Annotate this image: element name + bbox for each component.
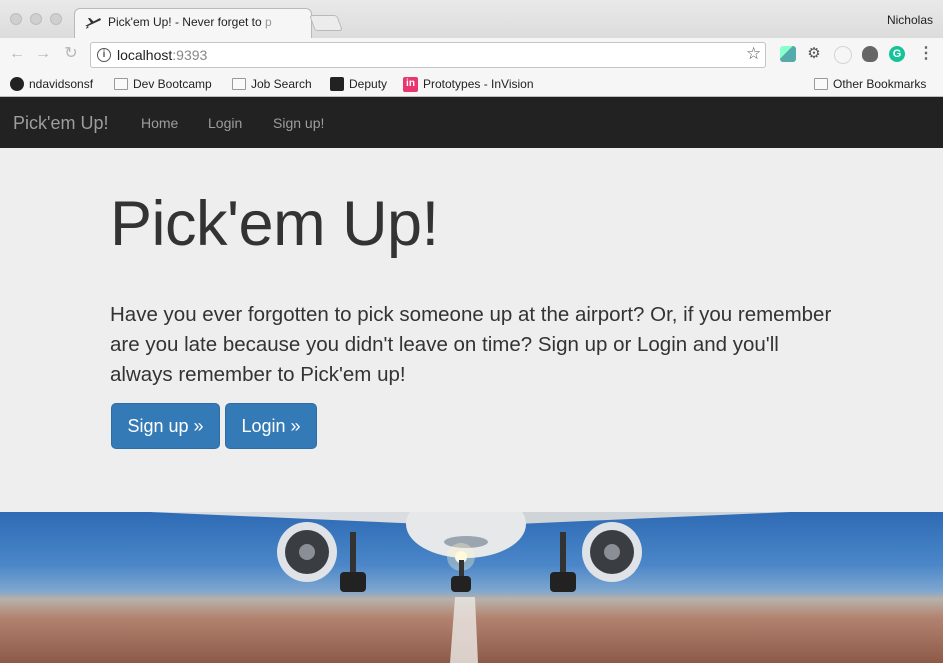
bookmark-deputy[interactable]: Deputy	[330, 76, 387, 92]
window-close-button[interactable]	[10, 13, 22, 25]
github-icon	[10, 77, 24, 91]
reload-icon[interactable]: ↻	[62, 45, 80, 63]
login-button[interactable]: Login »	[225, 403, 317, 449]
hero-description: Have you ever forgotten to pick someone …	[110, 303, 832, 386]
nav-link-home[interactable]: Home	[141, 115, 178, 131]
bookmark-invision[interactable]: in Prototypes - InVision	[403, 76, 534, 92]
airplane-icon	[85, 18, 101, 29]
folder-icon	[814, 78, 828, 90]
navbar-brand[interactable]: Pick'em Up!	[13, 113, 108, 134]
info-icon[interactable]: i	[97, 48, 111, 62]
deputy-icon	[330, 77, 344, 91]
window-zoom-button[interactable]	[50, 13, 62, 25]
extension-icon[interactable]	[780, 46, 796, 62]
folder-icon	[114, 78, 128, 90]
airplane-runway-photo	[0, 512, 943, 663]
other-bookmarks[interactable]: Other Bookmarks	[814, 76, 926, 92]
gear-icon[interactable]: ⚙	[806, 46, 822, 62]
profile-name[interactable]: Nicholas	[887, 13, 933, 27]
bookmark-star-icon[interactable]: ☆	[746, 44, 761, 64]
back-arrow-icon[interactable]: ←	[8, 45, 26, 63]
tab-title: Pick'em Up! - Never forget to p	[108, 15, 272, 29]
bookmark-job-search[interactable]: Job Search	[232, 76, 312, 92]
url-text[interactable]: localhost:9393	[117, 47, 207, 63]
signup-button[interactable]: Sign up »	[111, 403, 220, 449]
airplane-illustration	[150, 512, 790, 663]
extension-circle-icon[interactable]	[834, 46, 852, 64]
nav-link-login[interactable]: Login	[208, 115, 242, 131]
invision-icon: in	[403, 76, 418, 92]
bookmark-ndavidsonsf[interactable]: ndavidsonsf	[10, 76, 93, 92]
bookmark-dev-bootcamp[interactable]: Dev Bootcamp	[114, 76, 212, 92]
forward-arrow-icon[interactable]: →	[34, 45, 52, 63]
window-minimize-button[interactable]	[30, 13, 42, 25]
folder-icon	[232, 78, 246, 90]
page-title: Pick'em Up!	[110, 189, 439, 259]
menu-kebab-icon[interactable]: ⋮	[918, 46, 934, 62]
nav-link-signup[interactable]: Sign up!	[273, 115, 324, 131]
grammarly-icon[interactable]: G	[889, 46, 905, 62]
new-tab-button[interactable]	[309, 15, 343, 31]
evernote-icon[interactable]	[862, 46, 878, 62]
